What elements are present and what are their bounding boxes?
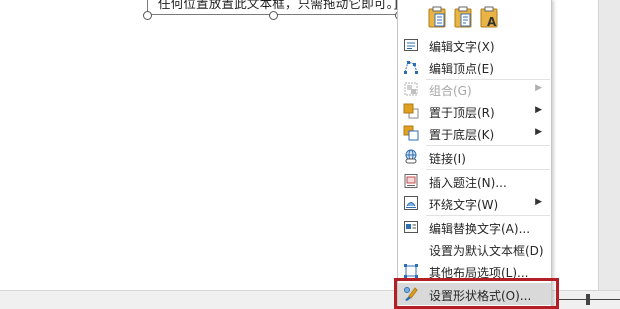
submenu-arrow-icon: ▶ xyxy=(535,127,542,137)
page-edge xyxy=(598,0,620,290)
edit-points-icon xyxy=(403,59,419,75)
textbox-text[interactable]: 任何位置放置此文本框，只需拖动它即可。] xyxy=(158,0,398,12)
menu-item-label: 置于底层(K) xyxy=(429,128,495,142)
svg-text:A: A xyxy=(487,15,497,28)
menu-item-label: 链接(I) xyxy=(429,152,466,166)
menu-item-wrap-text[interactable]: 环绕文字(W) ▶ xyxy=(398,192,551,214)
paste-text-only-icon[interactable]: A xyxy=(479,6,499,29)
resize-handle-bottom-left[interactable] xyxy=(143,11,152,20)
group-icon xyxy=(403,81,419,97)
edit-text-icon xyxy=(403,37,419,53)
menu-item-send-to-back[interactable]: 置于底层(K) ▶ xyxy=(398,122,551,144)
menu-item-label: 设置为默认文本框(D) xyxy=(429,244,544,258)
submenu-arrow-icon: ▶ xyxy=(535,83,542,93)
menu-item-label: 编辑顶点(E) xyxy=(429,62,494,76)
layout-options-icon xyxy=(403,263,419,279)
wrap-text-icon xyxy=(403,195,419,211)
caption-icon xyxy=(403,173,419,189)
link-icon xyxy=(403,149,419,165)
send-back-icon xyxy=(403,125,419,141)
paste-merge-icon[interactable] xyxy=(453,6,473,28)
submenu-arrow-icon: ▶ xyxy=(535,105,542,115)
menu-item-edit-points[interactable]: 编辑顶点(E) xyxy=(398,56,551,78)
menu-item-label: 组合(G) xyxy=(429,84,472,98)
menu-item-label: 编辑文字(X) xyxy=(429,40,495,54)
menu-item-set-default-textbox[interactable]: 设置为默认文本框(D) xyxy=(398,238,551,260)
context-menu: A 编辑文字(X) 编辑顶点(E) 组合(G) ▶ 置于顶层(R) ▶ 置于底层… xyxy=(397,0,552,309)
menu-item-label: 插入题注(N)... xyxy=(429,176,507,190)
menu-item-bring-to-front[interactable]: 置于顶层(R) ▶ xyxy=(398,100,551,122)
paste-options-row: A xyxy=(398,1,551,31)
alt-text-icon xyxy=(403,219,419,235)
submenu-arrow-icon: ▶ xyxy=(535,197,542,207)
paste-keep-source-icon[interactable] xyxy=(427,6,447,28)
menu-item-edit-alt-text[interactable]: 编辑替换文字(A)... xyxy=(398,216,551,238)
menu-item-label: 置于顶层(R) xyxy=(429,106,495,120)
menu-item-edit-text[interactable]: 编辑文字(X) xyxy=(398,34,551,56)
bring-front-icon xyxy=(403,103,419,119)
menu-item-link[interactable]: 链接(I) xyxy=(398,146,551,168)
highlight-annotation-box xyxy=(394,278,559,309)
menu-item-label: 环绕文字(W) xyxy=(429,198,499,212)
resize-handle-bottom-center[interactable] xyxy=(269,11,278,20)
menu-item-label: 编辑替换文字(A)... xyxy=(429,222,531,236)
menu-item-group: 组合(G) ▶ xyxy=(398,78,551,100)
menu-item-insert-caption[interactable]: 插入题注(N)... xyxy=(398,170,551,192)
zoom-slider-thumb[interactable] xyxy=(586,294,590,305)
